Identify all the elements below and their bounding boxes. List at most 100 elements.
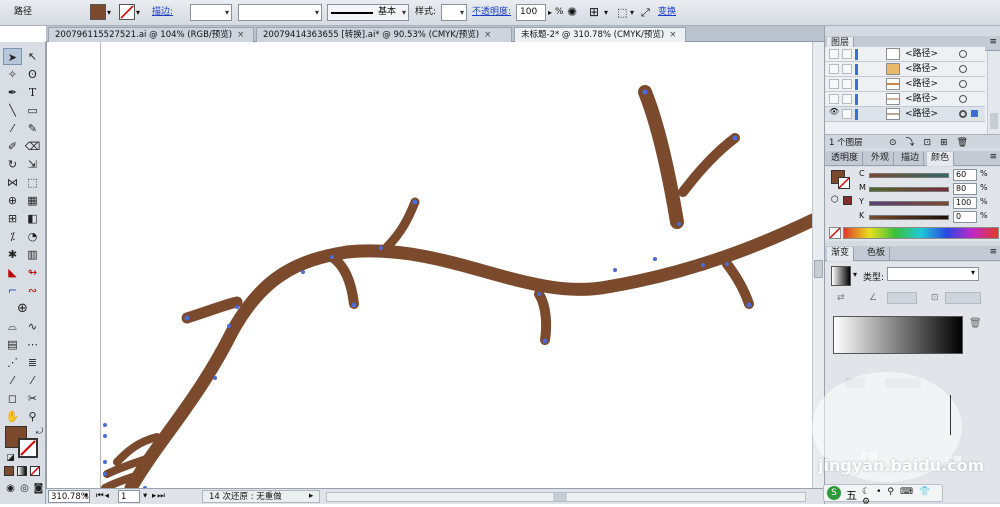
live-paint-bucket-icon[interactable]: ◣ bbox=[3, 264, 22, 281]
ime-tool-icons[interactable]: ☾•⚲⌨👕⚙ bbox=[862, 487, 942, 507]
layers-scrollbar[interactable] bbox=[987, 51, 1000, 134]
lock-toggle[interactable] bbox=[842, 64, 852, 74]
stroke-label-link[interactable]: 描边: bbox=[152, 4, 173, 21]
crystallize-tool-icon[interactable]: ⋰ bbox=[3, 354, 22, 371]
pan-tool-icon[interactable]: ✋ bbox=[3, 408, 22, 425]
ime-logo-icon[interactable]: S bbox=[827, 486, 841, 500]
stroke-none-swatch[interactable] bbox=[119, 4, 135, 20]
variable-width-profile[interactable]: ▾ bbox=[238, 4, 322, 21]
stroke-weight-field[interactable]: ▾ bbox=[190, 4, 232, 21]
opacity-dropdown-arrow[interactable]: ▸ bbox=[548, 4, 552, 21]
mesh-tool-icon[interactable]: ⊞ bbox=[3, 210, 22, 227]
lasso-icon[interactable]: ʘ bbox=[23, 66, 42, 83]
scale-tool-icon[interactable]: ⇲ bbox=[23, 156, 42, 173]
type-tool-icon[interactable]: T bbox=[23, 84, 42, 101]
gradient-mode-icon[interactable] bbox=[17, 466, 27, 476]
eraser-icon[interactable]: ⌫ bbox=[23, 138, 42, 155]
aspect-ratio-icon[interactable]: ⊡ bbox=[931, 293, 939, 303]
none-color-icon[interactable] bbox=[829, 227, 841, 239]
angle-input[interactable] bbox=[887, 292, 917, 304]
layer-row[interactable]: <路径> bbox=[825, 47, 985, 62]
crop-tool-icon[interactable]: ◻ bbox=[3, 390, 22, 407]
transform-link[interactable]: 变换 bbox=[658, 4, 676, 21]
target-icon[interactable] bbox=[959, 65, 967, 73]
gradient-type-select[interactable]: ▾ bbox=[887, 267, 979, 281]
panel-menu-icon[interactable]: ≡ bbox=[989, 152, 997, 162]
zoom-dropdown-arrow[interactable]: ▾ bbox=[84, 490, 88, 503]
lock-toggle[interactable] bbox=[842, 109, 852, 119]
zoom-tool-icon[interactable]: ⚲ bbox=[23, 408, 42, 425]
perspective-grid-icon[interactable]: ▦ bbox=[23, 192, 42, 209]
hand-tool-icon[interactable]: ⊕ bbox=[13, 300, 32, 317]
artboard-nav-prev[interactable]: ⏮◂ bbox=[96, 490, 110, 503]
measure-tool-icon[interactable]: ⁄ bbox=[23, 372, 42, 389]
status-menu-arrow[interactable]: ▸ bbox=[309, 490, 313, 503]
target-icon[interactable] bbox=[959, 95, 967, 103]
blend-tool-icon[interactable]: ◔ bbox=[23, 228, 42, 245]
color-spectrum[interactable] bbox=[843, 227, 999, 239]
align-dropdown-arrow[interactable]: ▾ bbox=[604, 4, 608, 21]
gradient-tool-icon[interactable]: ◧ bbox=[23, 210, 42, 227]
gradient-slider[interactable] bbox=[833, 316, 963, 354]
branch-artwork[interactable] bbox=[47, 42, 813, 488]
pen-tool-icon[interactable]: ✒ bbox=[3, 84, 22, 101]
yellow-value[interactable]: 100 bbox=[953, 197, 977, 209]
free-transform-icon[interactable]: ⬚ bbox=[23, 174, 42, 191]
graphic-style-dropdown[interactable]: ▾ bbox=[441, 4, 467, 21]
magic-wand-icon[interactable]: ✧ bbox=[3, 66, 22, 83]
warp-tool-icon[interactable]: ⌓ bbox=[3, 318, 22, 335]
color-mode-icon[interactable] bbox=[4, 466, 14, 476]
black-value[interactable]: 0 bbox=[953, 211, 977, 223]
layer-row[interactable]: <路径> bbox=[825, 62, 985, 77]
isolate-dropdown-arrow[interactable]: ▾ bbox=[630, 4, 634, 21]
horizontal-scrollbar[interactable] bbox=[326, 492, 806, 502]
panel-menu-icon[interactable]: ≡ bbox=[989, 37, 997, 47]
layer-row[interactable]: <路径> bbox=[825, 77, 985, 92]
layer-row[interactable]: 👁 <路径> bbox=[825, 107, 985, 122]
pucker-tool-icon[interactable]: ⋯ bbox=[23, 336, 42, 353]
live-paint-selection-icon[interactable]: ↬ bbox=[23, 264, 42, 281]
scroll-thumb[interactable] bbox=[814, 260, 823, 278]
tab-document-2[interactable]: 20079414363655 [转换].ai* @ 90.53% (CMYK/预… bbox=[256, 27, 512, 42]
selection-tool-icon[interactable]: ➤ bbox=[3, 48, 22, 65]
recolor-artwork-icon[interactable]: ✺ bbox=[567, 4, 577, 21]
tab-stroke[interactable]: 描边 bbox=[897, 152, 925, 166]
default-colors-icon[interactable]: ◪ bbox=[1, 450, 20, 467]
column-graph-icon[interactable]: ▥ bbox=[23, 246, 42, 263]
tab-gradient[interactable]: 渐变 bbox=[827, 247, 855, 261]
graph-tool-icon[interactable]: ▤ bbox=[3, 336, 22, 353]
reverse-gradient-icon[interactable]: ⇄ bbox=[837, 293, 845, 303]
visibility-toggle[interactable] bbox=[829, 64, 839, 74]
gradient-preview-arrow[interactable]: ▾ bbox=[853, 270, 857, 279]
lock-toggle[interactable] bbox=[842, 79, 852, 89]
pencil-icon[interactable]: ✎ bbox=[23, 120, 42, 137]
panel-menu-icon[interactable]: ≡ bbox=[989, 247, 997, 257]
artboard-number-field[interactable]: 1 bbox=[118, 490, 140, 503]
target-icon[interactable] bbox=[959, 110, 967, 118]
isolate-icon[interactable]: ⬚ bbox=[617, 4, 627, 21]
direct-selection-tool-icon[interactable]: ↖ bbox=[23, 48, 42, 65]
target-icon[interactable] bbox=[959, 50, 967, 58]
artboard-canvas[interactable] bbox=[46, 42, 824, 488]
ime-mode[interactable]: 五 bbox=[846, 487, 857, 503]
stroke-dropdown-arrow[interactable]: ▾ bbox=[136, 4, 140, 21]
scissors-tool-icon[interactable]: ✂ bbox=[23, 390, 42, 407]
tab-document-3[interactable]: 未标题-2* @ 310.78% (CMYK/预览) × bbox=[514, 27, 686, 42]
lock-toggle[interactable] bbox=[842, 94, 852, 104]
fill-color-swatch[interactable] bbox=[90, 4, 106, 20]
eyedropper-icon[interactable]: ⁒ bbox=[3, 228, 22, 245]
brush-definition[interactable]: 基本 ▾ bbox=[327, 4, 409, 21]
target-icon[interactable] bbox=[959, 80, 967, 88]
artboard-tool-icon[interactable]: ⌐ bbox=[3, 282, 22, 299]
visibility-toggle[interactable] bbox=[829, 94, 839, 104]
eye-icon[interactable]: 👁 bbox=[829, 107, 839, 117]
close-icon[interactable]: × bbox=[669, 30, 676, 40]
none-mode-icon[interactable] bbox=[30, 466, 40, 476]
paintbrush-icon[interactable]: ⁄ bbox=[3, 120, 22, 137]
fullscreen-icon[interactable]: ⤢ bbox=[641, 4, 650, 21]
gradient-preview[interactable] bbox=[831, 266, 851, 286]
magenta-slider[interactable]: M 80 % bbox=[825, 183, 1000, 197]
scroll-thumb[interactable] bbox=[990, 113, 998, 129]
layer-row[interactable]: <路径> bbox=[825, 92, 985, 107]
blob-brush-icon[interactable]: ✐ bbox=[3, 138, 22, 155]
